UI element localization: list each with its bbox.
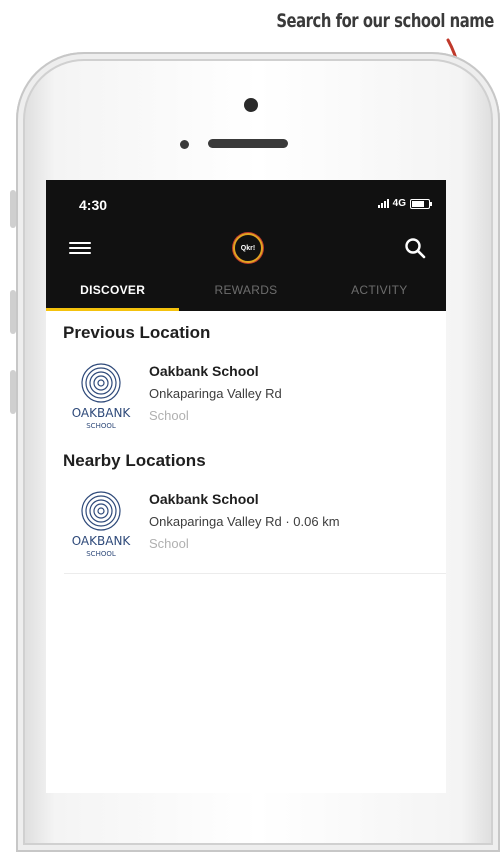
qkr-logo: Qkr! — [233, 233, 263, 263]
network-label: 4G — [392, 198, 406, 209]
volume-up-button — [10, 290, 16, 334]
annotation-text: Search for our school name — [276, 10, 495, 32]
logo-sub: SCHOOL — [86, 550, 116, 558]
proximity-sensor — [180, 140, 189, 149]
previous-location-item[interactable]: OAKBANK SCHOOL Oakbank School Onkaparing… — [46, 353, 446, 439]
app-header: 4:30 4G Qkr! DISCOVER REWARDS ACTIVITY — [46, 180, 446, 311]
battery-icon — [410, 198, 432, 209]
app-bar: Qkr! — [46, 226, 446, 278]
earpiece-speaker — [208, 139, 288, 148]
list-divider — [64, 573, 446, 574]
mute-switch — [10, 190, 16, 228]
nearby-location-item[interactable]: OAKBANK SCHOOL Oakbank School Onkaparing… — [46, 481, 446, 574]
status-indicators: 4G — [377, 198, 432, 209]
school-logo-icon: OAKBANK SCHOOL — [72, 363, 132, 430]
volume-down-button — [10, 370, 16, 414]
search-icon[interactable] — [404, 237, 426, 259]
nearby-locations-heading: Nearby Locations — [63, 451, 206, 470]
phone-screen: 4:30 4G Qkr! DISCOVER REWARDS ACTIVITY P… — [46, 180, 446, 793]
tab-bar: DISCOVER REWARDS ACTIVITY — [46, 278, 446, 311]
location-type: School — [149, 408, 189, 423]
signal-icon — [377, 199, 389, 208]
status-time: 4:30 — [79, 197, 108, 213]
location-name: Oakbank School — [149, 491, 259, 507]
logo-word: OAKBANK — [72, 534, 132, 548]
previous-location-heading: Previous Location — [63, 323, 211, 342]
location-type: School — [149, 536, 189, 551]
front-camera — [244, 98, 258, 112]
logo-sub: SCHOOL — [86, 422, 116, 430]
tab-discover[interactable]: DISCOVER — [46, 278, 180, 311]
location-address: Onkaparinga Valley Rd · 0.06 km — [149, 514, 340, 529]
location-name: Oakbank School — [149, 363, 259, 379]
logo-text: Qkr! — [240, 244, 256, 252]
status-bar: 4:30 4G — [46, 180, 446, 226]
logo-word: OAKBANK — [72, 406, 132, 420]
location-address: Onkaparinga Valley Rd — [149, 386, 282, 401]
tab-rewards[interactable]: REWARDS — [179, 278, 312, 311]
tab-activity[interactable]: ACTIVITY — [313, 278, 446, 311]
menu-icon[interactable] — [69, 239, 91, 257]
school-logo-icon: OAKBANK SCHOOL — [72, 491, 132, 558]
